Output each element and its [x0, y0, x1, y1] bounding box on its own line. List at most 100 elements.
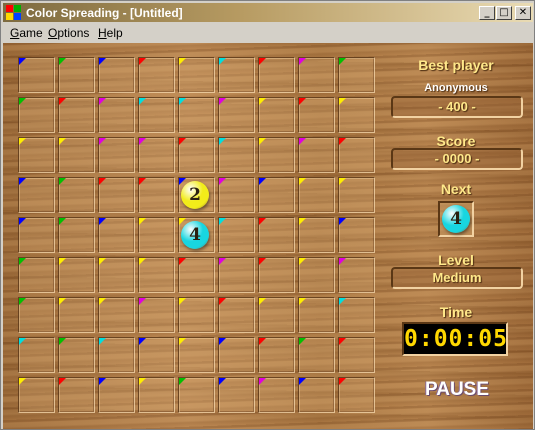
board-cell[interactable] [338, 57, 375, 93]
board-cell[interactable] [178, 137, 215, 173]
menu-game[interactable]: Game [10, 26, 43, 40]
board-cell[interactable] [58, 377, 95, 413]
board-cell[interactable] [58, 297, 95, 333]
board-cell[interactable] [298, 217, 335, 253]
board-cell[interactable] [98, 257, 135, 293]
board-cell[interactable] [338, 137, 375, 173]
board-cell[interactable] [218, 257, 255, 293]
board-cell[interactable] [98, 297, 135, 333]
cell-color-marker [299, 178, 306, 185]
board-cell[interactable] [98, 377, 135, 413]
maximize-button[interactable]: □ [496, 6, 512, 20]
board-cell[interactable] [58, 217, 95, 253]
board-cell[interactable] [98, 177, 135, 213]
board-cell[interactable] [98, 97, 135, 133]
board-cell[interactable] [58, 97, 95, 133]
board-cell[interactable] [338, 337, 375, 373]
board-cell[interactable] [298, 337, 335, 373]
board-cell[interactable] [178, 97, 215, 133]
board-cell[interactable] [298, 257, 335, 293]
board-cell[interactable] [18, 137, 55, 173]
board-cell[interactable] [138, 57, 175, 93]
board-cell[interactable] [178, 377, 215, 413]
board-cell[interactable] [138, 297, 175, 333]
next-ball-box: 4 [438, 201, 474, 237]
board-cell[interactable] [218, 177, 255, 213]
board-cell[interactable] [218, 377, 255, 413]
board-cell[interactable] [98, 57, 135, 93]
board-cell[interactable] [258, 137, 295, 173]
board-cell[interactable] [18, 297, 55, 333]
board-cell[interactable] [218, 97, 255, 133]
board-cell[interactable] [258, 97, 295, 133]
board-cell[interactable] [58, 257, 95, 293]
board-cell[interactable] [18, 177, 55, 213]
board-cell[interactable] [338, 217, 375, 253]
cell-color-marker [139, 178, 146, 185]
board-cell[interactable] [138, 257, 175, 293]
board-cell[interactable] [58, 137, 95, 173]
board-cell[interactable] [98, 337, 135, 373]
board-cell[interactable] [178, 297, 215, 333]
board-cell[interactable] [138, 217, 175, 253]
board-cell[interactable] [18, 257, 55, 293]
board-cell[interactable] [258, 177, 295, 213]
board-cell[interactable] [218, 57, 255, 93]
board-cell[interactable] [258, 337, 295, 373]
board-cell[interactable] [338, 177, 375, 213]
board-cell[interactable] [98, 217, 135, 253]
board-cell[interactable] [138, 137, 175, 173]
board-cell[interactable] [178, 337, 215, 373]
board-cell[interactable] [298, 57, 335, 93]
level-display[interactable]: Medium [391, 267, 523, 289]
cell-color-marker [59, 218, 66, 225]
board-cell[interactable] [218, 137, 255, 173]
cell-color-marker [19, 258, 26, 265]
menu-options[interactable]: Options [48, 26, 89, 40]
close-button[interactable]: ✕ [515, 6, 531, 20]
board-cell[interactable] [258, 377, 295, 413]
board-cell[interactable] [18, 377, 55, 413]
board-cell[interactable] [218, 217, 255, 253]
board-cell[interactable] [298, 377, 335, 413]
board-cell[interactable] [258, 57, 295, 93]
board-cell[interactable] [338, 257, 375, 293]
board-cell[interactable] [18, 57, 55, 93]
board-cell[interactable] [178, 57, 215, 93]
board-cell[interactable] [338, 377, 375, 413]
board-cell[interactable] [298, 97, 335, 133]
board-cell[interactable] [298, 297, 335, 333]
board-cell[interactable] [258, 297, 295, 333]
cell-color-marker [179, 378, 186, 385]
board-cell[interactable] [18, 217, 55, 253]
minimize-button[interactable]: _ [479, 6, 495, 20]
title-bar[interactable]: Color Spreading - [Untitled] _ □ ✕ [3, 3, 533, 22]
board-cell[interactable] [58, 177, 95, 213]
board-cell[interactable] [18, 337, 55, 373]
pause-button[interactable]: PAUSE [412, 379, 502, 405]
board-cell[interactable] [98, 137, 135, 173]
board-cell[interactable] [58, 57, 95, 93]
board-cell[interactable] [18, 97, 55, 133]
board-cell[interactable] [298, 137, 335, 173]
board-cell[interactable] [178, 257, 215, 293]
board-cell[interactable] [258, 217, 295, 253]
board-cell[interactable] [138, 377, 175, 413]
board-cell[interactable] [138, 97, 175, 133]
board-cell[interactable] [338, 97, 375, 133]
board-cell[interactable] [298, 177, 335, 213]
menu-help[interactable]: Help [98, 26, 123, 40]
number-ball[interactable]: 2 [181, 181, 209, 209]
number-ball[interactable]: 4 [181, 221, 209, 249]
cell-color-marker [259, 298, 266, 305]
cell-color-marker [219, 98, 226, 105]
board-cell[interactable] [218, 297, 255, 333]
board-cell[interactable] [218, 337, 255, 373]
app-icon[interactable] [6, 5, 22, 20]
board-cell[interactable] [58, 337, 95, 373]
board-cell[interactable] [338, 297, 375, 333]
board-cell[interactable] [138, 177, 175, 213]
board-cell[interactable] [138, 337, 175, 373]
board-cell[interactable] [258, 257, 295, 293]
cell-color-marker [339, 178, 346, 185]
